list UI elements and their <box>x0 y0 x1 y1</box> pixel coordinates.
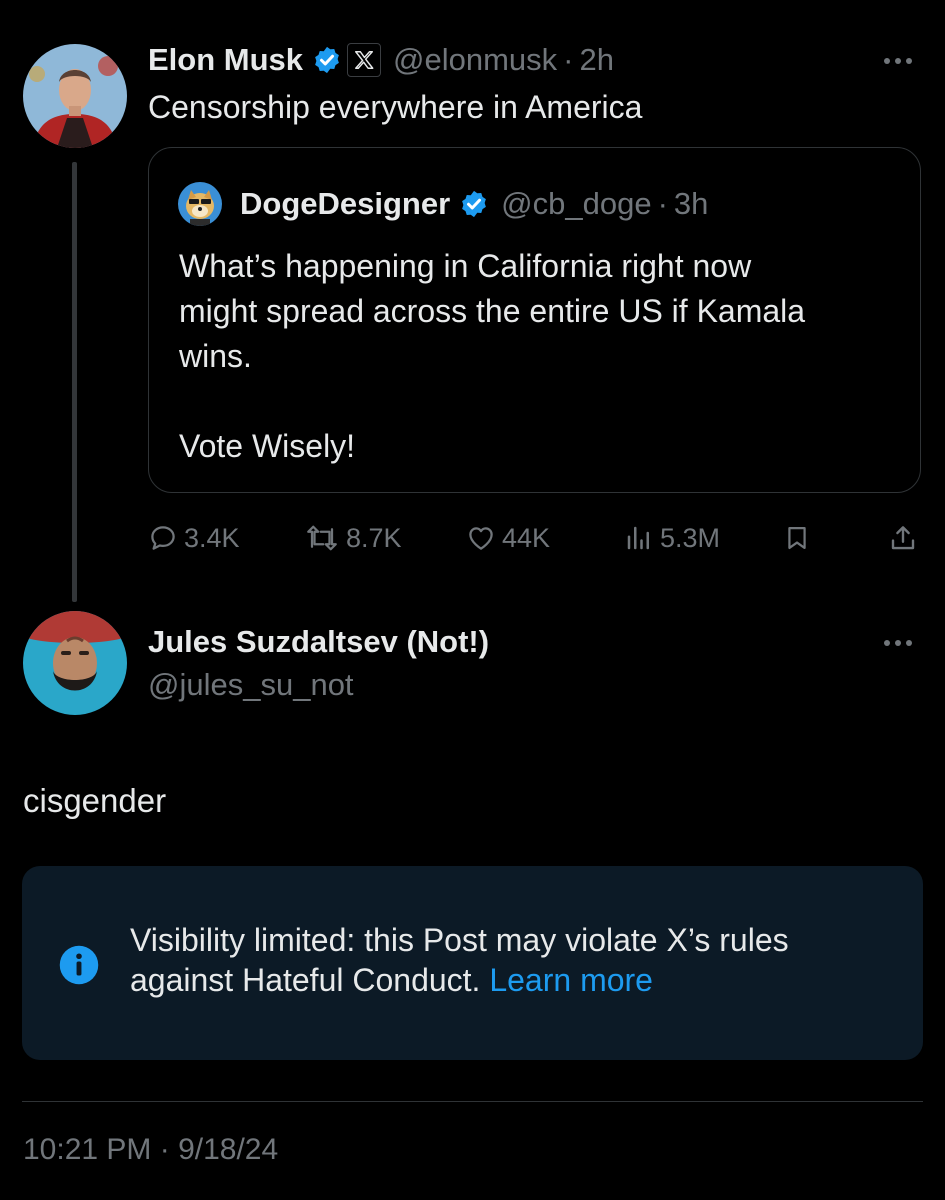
quoted-text-line: What’s happening in California right now <box>179 248 752 284</box>
verified-badge-icon[interactable] <box>312 45 342 75</box>
repost-icon <box>304 523 340 553</box>
quoted-avatar[interactable] <box>178 182 222 226</box>
share-button[interactable] <box>888 518 918 558</box>
learn-more-link[interactable]: Learn more <box>489 962 653 998</box>
quoted-text-line: might spread across the entire US if Kam… <box>179 293 806 329</box>
quoted-text-line: Vote Wisely! <box>179 428 356 464</box>
notice-text: Visibility limited: this Post may violat… <box>130 920 910 1000</box>
post-text: Censorship everywhere in America <box>148 89 643 125</box>
verified-badge-icon[interactable] <box>459 189 489 219</box>
info-icon <box>58 944 100 991</box>
reply-author-name[interactable]: Jules Suzdaltsev (Not!) <box>148 624 489 660</box>
visibility-notice: Visibility limited: this Post may violat… <box>22 866 923 1060</box>
divider <box>22 1101 923 1102</box>
author-handle[interactable]: @elonmusk <box>393 42 557 78</box>
separator-dot: · <box>563 42 574 77</box>
reply-count: 3.4K <box>184 522 240 553</box>
notice-line: Visibility limited: this Post may violat… <box>130 922 789 958</box>
quoted-author-name[interactable]: DogeDesigner <box>240 186 450 222</box>
repost-count: 8.7K <box>346 522 402 553</box>
avatar[interactable] <box>23 611 127 715</box>
quoted-post[interactable]: DogeDesigner @cb_doge · 3h What’s happen… <box>148 147 921 493</box>
post-header: Elon Musk @elonmusk · 2h <box>148 40 614 80</box>
jules-avatar-image <box>23 611 127 715</box>
quoted-post-text: What’s happening in California right now… <box>179 244 899 469</box>
doge-avatar-image <box>178 182 222 226</box>
like-count: 44K <box>502 522 551 553</box>
x-logo-icon[interactable] <box>347 43 382 77</box>
reply-handle-row: @jules_su_not <box>148 665 354 705</box>
separator-dot: · <box>657 186 668 221</box>
more-dots-icon[interactable] <box>884 58 912 64</box>
quoted-post-header: DogeDesigner @cb_doge · 3h <box>240 184 708 224</box>
heart-icon <box>466 523 496 553</box>
views-chart-icon <box>624 523 654 553</box>
quoted-text-line: wins. <box>179 338 252 374</box>
notice-line: against Hateful Conduct. <box>130 962 481 998</box>
like-button[interactable]: 44K <box>466 518 550 558</box>
reply-text: cisgender <box>23 782 167 819</box>
more-dots-icon[interactable] <box>884 640 912 646</box>
views-count: 5.3M <box>660 522 721 553</box>
quoted-post-time[interactable]: 3h <box>674 186 708 222</box>
share-icon <box>888 523 918 553</box>
views-button[interactable]: 5.3M <box>624 518 720 558</box>
thread-line <box>72 162 77 602</box>
bookmark-button[interactable] <box>783 518 811 558</box>
bookmark-icon <box>783 523 811 553</box>
reply-button[interactable]: 3.4K <box>148 518 240 558</box>
post-timestamp[interactable]: 10:21 PM · 9/18/24 <box>23 1133 278 1167</box>
reply-icon <box>148 523 178 553</box>
reply-header: Jules Suzdaltsev (Not!) <box>148 622 489 662</box>
post-time[interactable]: 2h <box>580 42 614 78</box>
quoted-author-handle[interactable]: @cb_doge <box>501 186 651 222</box>
author-name[interactable]: Elon Musk <box>148 42 303 78</box>
elon-avatar-image <box>23 44 127 148</box>
repost-button[interactable]: 8.7K <box>304 518 402 558</box>
reply-author-handle[interactable]: @jules_su_not <box>148 667 354 703</box>
avatar[interactable] <box>23 44 127 148</box>
